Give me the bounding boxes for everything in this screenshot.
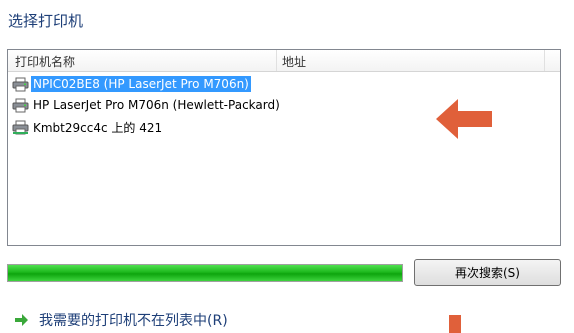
printer-row[interactable]: HP LaserJet Pro M706n (Hewlett-Packard)	[12, 96, 282, 114]
list-header: 打印机名称 地址	[8, 50, 560, 72]
printer-name: Kmbt29cc4c 上的 421	[33, 120, 163, 135]
printer-not-listed-link[interactable]: 我需要的打印机不在列表中(R)	[14, 310, 228, 330]
column-header-name[interactable]: 打印机名称	[15, 53, 75, 70]
printer-name: NPIC02BE8 (HP LaserJet Pro M706n)	[31, 76, 251, 92]
printer-row[interactable]: NPIC02BE8 (HP LaserJet Pro M706n)	[12, 75, 251, 93]
network-printer-icon	[12, 120, 29, 134]
column-header-address[interactable]: 地址	[282, 53, 306, 70]
left-arrow-annotation-icon	[436, 99, 492, 139]
printer-name: HP LaserJet Pro M706n (Hewlett-Packard)	[33, 98, 280, 112]
printer-not-listed-label[interactable]: 我需要的打印机不在列表中(R)	[39, 310, 228, 330]
printer-icon	[12, 98, 29, 112]
search-progress-bar	[7, 264, 403, 282]
add-printer-dialog: 选择打印机 打印机名称 地址 NPIC02BE8 (HP LaserJet Pr…	[0, 0, 574, 333]
progress-fill	[8, 265, 402, 281]
search-again-button[interactable]: 再次搜索(S)	[414, 259, 561, 286]
printer-list[interactable]: 打印机名称 地址 NPIC02BE8 (HP LaserJet Pro M706…	[7, 49, 561, 246]
dialog-title: 选择打印机	[8, 12, 84, 30]
column-divider[interactable]	[276, 50, 277, 71]
printer-icon	[12, 77, 29, 91]
green-arrow-icon	[15, 314, 28, 326]
up-arrow-annotation-icon	[449, 315, 461, 333]
printer-row[interactable]: Kmbt29cc4c 上的 421	[12, 118, 164, 136]
column-divider[interactable]	[544, 50, 545, 71]
